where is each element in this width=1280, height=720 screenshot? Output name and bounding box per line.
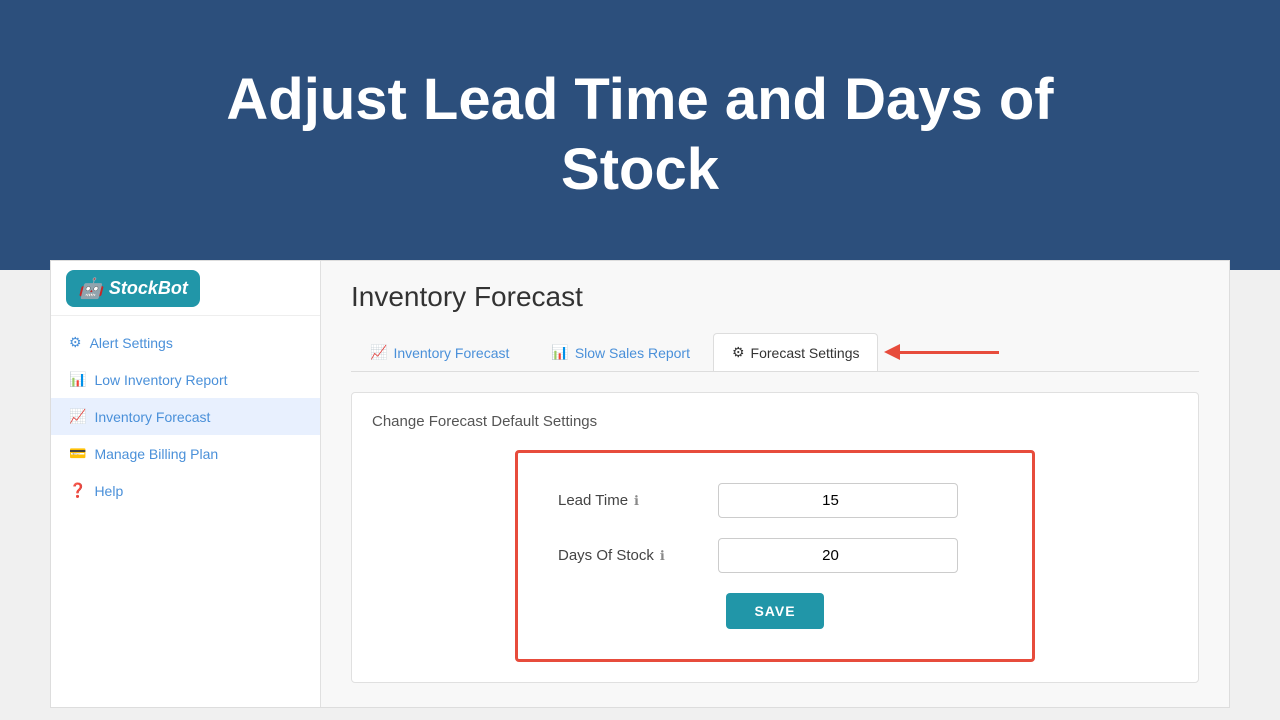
- tab-inventory-forecast[interactable]: 📈 Inventory Forecast: [351, 333, 528, 371]
- tab-forecast-settings-icon: ⚙: [732, 344, 745, 361]
- sidebar-item-low-inventory-report[interactable]: 📊 Low Inventory Report: [51, 361, 320, 398]
- tab-slow-sales-label: Slow Sales Report: [575, 345, 690, 361]
- tab-slow-sales-icon: 📊: [551, 344, 568, 361]
- tab-forecast-settings-label: Forecast Settings: [751, 345, 860, 361]
- page-title: Inventory Forecast: [351, 281, 1199, 313]
- hero-banner: Adjust Lead Time and Days of Stock: [0, 0, 1280, 270]
- gear-icon: ⚙: [69, 334, 82, 351]
- days-of-stock-info-icon[interactable]: ℹ: [660, 548, 665, 564]
- arrow-line: [899, 351, 999, 354]
- tab-inventory-forecast-icon: 📈: [370, 344, 387, 361]
- tab-slow-sales-report[interactable]: 📊 Slow Sales Report: [532, 333, 709, 371]
- days-of-stock-input[interactable]: [718, 538, 958, 573]
- sidebar-nav: ⚙ Alert Settings 📊 Low Inventory Report …: [51, 316, 320, 517]
- lead-time-info-icon[interactable]: ℹ: [634, 493, 639, 509]
- main-content: Inventory Forecast 📈 Inventory Forecast …: [321, 261, 1229, 707]
- settings-card: Change Forecast Default Settings Lead Ti…: [351, 392, 1199, 683]
- days-of-stock-label: Days Of Stock ℹ: [558, 547, 698, 564]
- help-icon: ❓: [69, 482, 86, 499]
- lead-time-row: Lead Time ℹ: [558, 483, 992, 518]
- sidebar-logo: 🤖 StockBot: [51, 261, 320, 316]
- days-of-stock-row: Days Of Stock ℹ: [558, 538, 992, 573]
- hero-title: Adjust Lead Time and Days of Stock: [190, 65, 1090, 204]
- settings-card-title: Change Forecast Default Settings: [372, 413, 1178, 430]
- sidebar-item-help-label: Help: [94, 483, 123, 499]
- sidebar-item-billing-label: Manage Billing Plan: [94, 446, 218, 462]
- sidebar-item-low-inventory-label: Low Inventory Report: [94, 372, 227, 388]
- credit-card-icon: 💳: [69, 445, 86, 462]
- chart-icon: 📊: [69, 371, 86, 388]
- app-container: 🤖 StockBot ⚙ Alert Settings 📊 Low Invent…: [50, 260, 1230, 708]
- sidebar-item-help[interactable]: ❓ Help: [51, 472, 320, 509]
- logo-text: StockBot: [109, 278, 188, 299]
- form-box: Lead Time ℹ Days Of Stock ℹ SAVE: [515, 450, 1035, 662]
- logo[interactable]: 🤖 StockBot: [66, 270, 200, 307]
- arrow-head: [884, 344, 900, 360]
- tab-forecast-settings[interactable]: ⚙ Forecast Settings: [713, 333, 879, 371]
- lead-time-input[interactable]: [718, 483, 958, 518]
- tab-inventory-forecast-label: Inventory Forecast: [393, 345, 509, 361]
- sidebar-item-alert-settings[interactable]: ⚙ Alert Settings: [51, 324, 320, 361]
- sidebar-item-alert-settings-label: Alert Settings: [90, 335, 173, 351]
- robot-icon: 🤖: [78, 276, 103, 301]
- sidebar-item-inventory-forecast[interactable]: 📈 Inventory Forecast: [51, 398, 320, 435]
- sidebar: 🤖 StockBot ⚙ Alert Settings 📊 Low Invent…: [51, 261, 321, 707]
- arrow-indicator: [884, 344, 999, 360]
- line-chart-icon: 📈: [69, 408, 86, 425]
- tabs-bar: 📈 Inventory Forecast 📊 Slow Sales Report…: [351, 333, 1199, 372]
- sidebar-item-inventory-forecast-label: Inventory Forecast: [94, 409, 210, 425]
- sidebar-item-manage-billing-plan[interactable]: 💳 Manage Billing Plan: [51, 435, 320, 472]
- save-button[interactable]: SAVE: [726, 593, 823, 629]
- lead-time-label: Lead Time ℹ: [558, 492, 698, 509]
